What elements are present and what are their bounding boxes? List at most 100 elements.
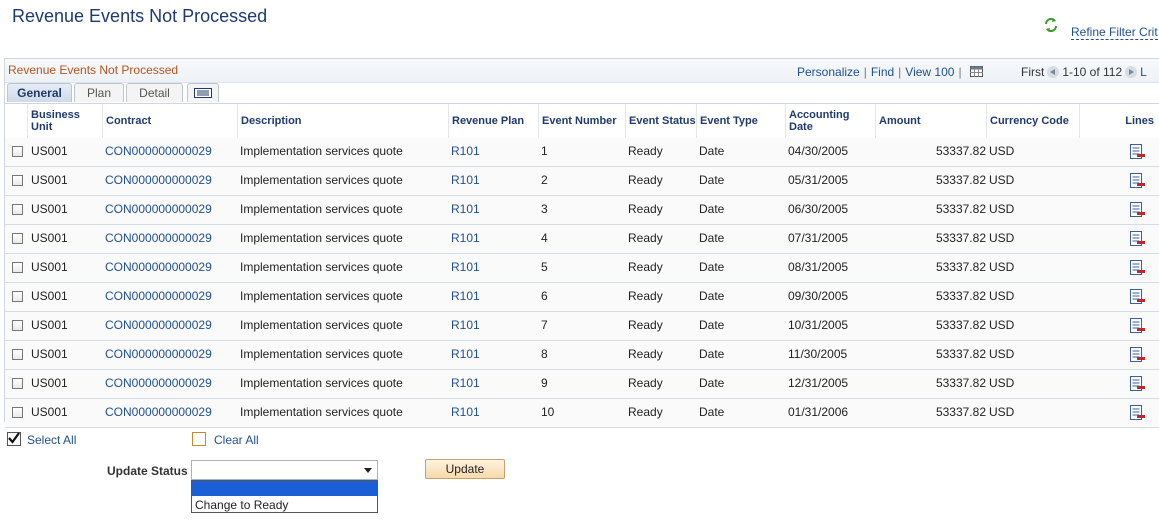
row-select-checkbox[interactable] — [12, 349, 23, 360]
amount-cell: 53337.82 — [935, 405, 986, 419]
page-range: 1-10 of 112 — [1062, 65, 1123, 79]
description-cell: Implementation services quote — [240, 144, 403, 158]
download-spreadsheet-icon[interactable] — [969, 66, 983, 77]
revenue-plan-link[interactable]: R101 — [451, 167, 539, 194]
previous-arrow-icon[interactable] — [1047, 66, 1060, 78]
clear-all-control[interactable]: Clear All — [192, 432, 259, 447]
row-select-checkbox[interactable] — [12, 233, 23, 244]
revenue-plan-link[interactable]: R101 — [451, 196, 539, 223]
revenue-plan-link[interactable]: R101 — [451, 283, 539, 310]
view-all-link[interactable]: View 100 — [905, 65, 954, 79]
contract-link[interactable]: CON000000000029 — [105, 370, 238, 397]
description-cell: Implementation services quote — [240, 405, 403, 419]
update-status-select[interactable] — [191, 460, 378, 480]
dropdown-option-change-to-ready[interactable]: Change to Ready — [195, 498, 288, 512]
amount-cell: 53337.82 — [935, 202, 986, 216]
lines-detail-icon[interactable] — [1129, 173, 1145, 189]
grid-header: Revenue Events Not Processed Personalize… — [5, 59, 1159, 83]
tab-plan[interactable]: Plan — [74, 83, 124, 102]
lines-detail-icon[interactable] — [1129, 318, 1145, 334]
accounting-date-cell: 10/31/2005 — [788, 318, 849, 332]
event-number-cell: 10 — [541, 405, 555, 419]
contract-link[interactable]: CON000000000029 — [105, 283, 238, 310]
column-header-lines: Lines — [1125, 115, 1154, 127]
lines-detail-icon[interactable] — [1129, 347, 1145, 363]
lines-detail-icon[interactable] — [1129, 144, 1145, 160]
update-status-dropdown-list: Change to Ready — [191, 480, 378, 513]
tab-general[interactable]: General — [7, 83, 72, 102]
revenue-plan-link[interactable]: R101 — [451, 399, 539, 426]
event-status-cell: Ready — [628, 173, 663, 187]
tab-detail[interactable]: Detail — [126, 83, 183, 102]
column-header-contract[interactable]: Contract — [103, 104, 238, 138]
last-link[interactable]: L — [1140, 65, 1147, 79]
event-number-cell: 4 — [541, 231, 548, 245]
find-link[interactable]: Find — [871, 65, 894, 79]
select-all-link[interactable]: Select All — [27, 433, 76, 447]
revenue-plan-link[interactable]: R101 — [451, 225, 539, 252]
row-select-checkbox[interactable] — [12, 262, 23, 273]
lines-detail-icon[interactable] — [1129, 260, 1145, 276]
description-cell: Implementation services quote — [240, 376, 403, 390]
row-select-checkbox[interactable] — [12, 378, 23, 389]
select-all-control[interactable]: Select All — [7, 432, 76, 447]
accounting-date-cell: 09/30/2005 — [788, 289, 849, 303]
contract-link[interactable]: CON000000000029 — [105, 167, 238, 194]
contract-link[interactable]: CON000000000029 — [105, 399, 238, 426]
currency-code-cell: USD — [989, 202, 1015, 216]
event-status-cell: Ready — [628, 260, 663, 274]
select-all-checkbox-icon[interactable] — [7, 432, 21, 446]
contract-link[interactable]: CON000000000029 — [105, 225, 238, 252]
row-select-checkbox[interactable] — [12, 407, 23, 418]
event-status-cell: Ready — [628, 347, 663, 361]
chevron-down-icon[interactable] — [364, 468, 372, 473]
lines-detail-icon[interactable] — [1129, 376, 1145, 392]
column-header-accounting-date[interactable]: Accounting Date — [786, 104, 876, 138]
column-header-description[interactable]: Description — [238, 104, 449, 138]
column-header-select — [5, 104, 28, 138]
show-all-columns-icon[interactable] — [187, 83, 219, 102]
amount-cell: 53337.82 — [935, 231, 986, 245]
accounting-date-cell: 12/31/2005 — [788, 376, 849, 390]
row-select-checkbox[interactable] — [12, 320, 23, 331]
revenue-plan-link[interactable]: R101 — [451, 341, 539, 368]
event-status-cell: Ready — [628, 144, 663, 158]
lines-detail-icon[interactable] — [1129, 289, 1145, 305]
revenue-plan-link[interactable]: R101 — [451, 312, 539, 339]
column-header-event-status[interactable]: Event Status — [626, 104, 697, 138]
revenue-plan-link[interactable]: R101 — [451, 138, 539, 165]
currency-code-cell: USD — [989, 289, 1015, 303]
contract-link[interactable]: CON000000000029 — [105, 312, 238, 339]
clear-all-link[interactable]: Clear All — [214, 433, 259, 447]
row-select-checkbox[interactable] — [12, 291, 23, 302]
revenue-plan-link[interactable]: R101 — [451, 370, 539, 397]
contract-link[interactable]: CON000000000029 — [105, 196, 238, 223]
column-header-business-unit[interactable]: Business Unit — [28, 104, 103, 138]
column-header-event-type[interactable]: Event Type — [697, 104, 786, 138]
dropdown-option-blank[interactable] — [192, 481, 377, 496]
personalize-link[interactable]: Personalize — [797, 65, 860, 79]
refine-filter-criteria-link[interactable]: Refine Filter Crit — [1071, 25, 1158, 40]
lines-detail-icon[interactable] — [1129, 405, 1145, 421]
column-header-amount[interactable]: Amount — [876, 104, 987, 138]
refresh-icon[interactable] — [1043, 17, 1059, 33]
clear-all-checkbox-icon[interactable] — [192, 432, 206, 446]
row-select-checkbox[interactable] — [12, 175, 23, 186]
contract-link[interactable]: CON000000000029 — [105, 254, 238, 281]
revenue-plan-link[interactable]: R101 — [451, 254, 539, 281]
contract-link[interactable]: CON000000000029 — [105, 341, 238, 368]
next-arrow-icon[interactable] — [1125, 66, 1138, 78]
contract-link[interactable]: CON000000000029 — [105, 138, 238, 165]
row-select-checkbox[interactable] — [12, 146, 23, 157]
accounting-date-cell: 01/31/2006 — [788, 405, 849, 419]
column-header-event-number[interactable]: Event Number — [539, 104, 626, 138]
update-button[interactable]: Update — [425, 459, 505, 479]
event-status-cell: Ready — [628, 318, 663, 332]
column-header-currency-code[interactable]: Currency Code — [987, 104, 1080, 138]
lines-detail-icon[interactable] — [1129, 202, 1145, 218]
row-select-checkbox[interactable] — [12, 204, 23, 215]
accounting-date-cell: 05/31/2005 — [788, 173, 849, 187]
column-header-revenue-plan[interactable]: Revenue Plan — [449, 104, 539, 138]
event-type-cell: Date — [699, 318, 725, 332]
lines-detail-icon[interactable] — [1129, 231, 1145, 247]
